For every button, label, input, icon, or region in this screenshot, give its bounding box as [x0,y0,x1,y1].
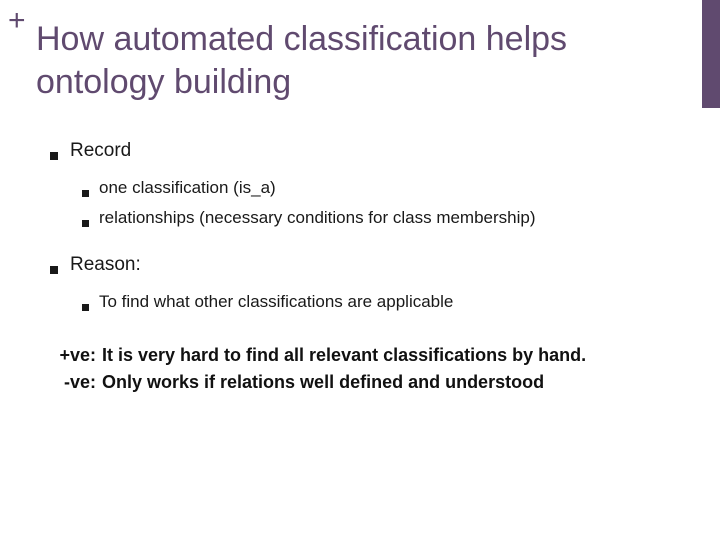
slide-title: How automated classification helps ontol… [36,18,680,103]
square-bullet-icon [82,220,89,227]
list-item: relationships (necessary conditions for … [82,208,680,228]
bullet-text: To find what other classifications are a… [99,292,453,312]
bullet-reason-sub: To find what other classifications are a… [82,292,680,312]
bullet-record-sub: one classification (is_a) relationships … [82,178,680,228]
note-negative: -ve: Only works if relations well define… [54,369,680,396]
note-label: +ve: [54,342,96,369]
note-text: It is very hard to find all relevant cla… [102,342,586,369]
square-bullet-icon [82,190,89,197]
note-text: Only works if relations well defined and… [102,369,544,396]
bullet-text: one classification (is_a) [99,178,276,198]
note-positive: +ve: It is very hard to find all relevan… [54,342,680,369]
square-bullet-icon [82,304,89,311]
bullet-reason: Reason: [50,254,680,276]
accent-bar [702,0,720,108]
list-item: To find what other classifications are a… [82,292,680,312]
list-item: one classification (is_a) [82,178,680,198]
square-bullet-icon [50,266,58,274]
notes: +ve: It is very hard to find all relevan… [54,342,680,396]
plus-icon: + [8,6,26,36]
slide-body: Record one classification (is_a) relatio… [50,140,680,396]
bullet-text: relationships (necessary conditions for … [99,208,536,228]
note-label: -ve: [54,369,96,396]
bullet-label: Record [70,140,131,162]
bullet-record: Record [50,140,680,162]
bullet-label: Reason: [70,254,141,276]
square-bullet-icon [50,152,58,160]
